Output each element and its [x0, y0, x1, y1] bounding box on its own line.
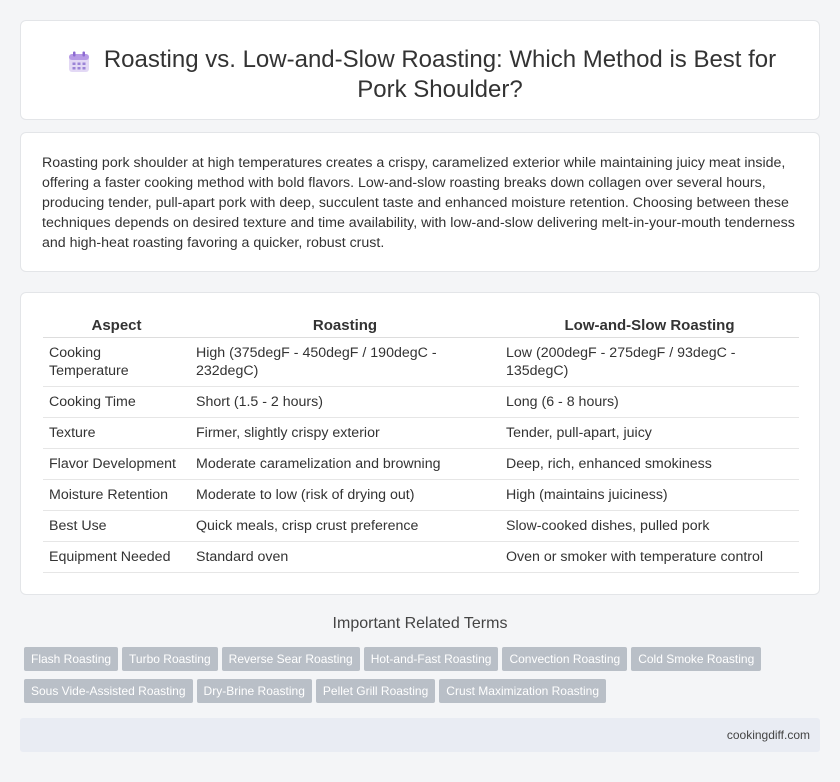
table-row: Cooking Temperature High (375degF - 450de…: [43, 337, 799, 387]
table-cell: Flavor Development: [43, 448, 190, 480]
column-header: Aspect: [43, 315, 190, 338]
table-cell: Moisture Retention: [43, 479, 190, 511]
table-cell: Texture: [43, 417, 190, 449]
table-row: Best Use Quick meals, crisp crust prefere…: [43, 510, 799, 542]
table-cell: Cooking Temperature: [43, 337, 190, 387]
table-cell: Cooking Time: [43, 386, 190, 418]
table-cell: High (maintains juiciness): [500, 479, 799, 511]
table-cell: Best Use: [43, 510, 190, 542]
intro-card: Roasting pork shoulder at high temperatu…: [20, 132, 820, 272]
table-row: Flavor Development Moderate caramelizatio…: [43, 448, 799, 480]
related-term-tag[interactable]: Cold Smoke Roasting: [631, 647, 762, 671]
table-cell: Slow-cooked dishes, pulled pork: [500, 510, 799, 542]
comparison-card: Aspect Roasting Low-and-Slow Roasting Co…: [20, 292, 820, 595]
related-term-tag[interactable]: Flash Roasting: [24, 647, 119, 671]
table-cell: Equipment Needed: [43, 541, 190, 573]
table-row: Cooking Time Short (1.5 - 2 hours) Long (6…: [43, 386, 799, 418]
title-card: Roasting vs. Low-and-Slow Roasting: Whic…: [20, 20, 820, 120]
table-row: Texture Firmer, slightly crispy exterior T…: [43, 417, 799, 449]
footer: cookingdiff.com: [20, 718, 820, 752]
table-header-row: Aspect Roasting Low-and-Slow Roasting: [43, 315, 799, 338]
related-term-tag[interactable]: Reverse Sear Roasting: [221, 647, 360, 671]
table-cell: Standard oven: [190, 541, 500, 573]
related-term-tag[interactable]: Crust Maximization Roasting: [439, 679, 606, 703]
table-cell: Moderate to low (risk of drying out): [190, 479, 500, 511]
related-term-tag[interactable]: Pellet Grill Roasting: [315, 679, 436, 703]
table-cell: Deep, rich, enhanced smokiness: [500, 448, 799, 480]
table-cell: Short (1.5 - 2 hours): [190, 386, 500, 418]
table-cell: Long (6 - 8 hours): [500, 386, 799, 418]
related-term-tag[interactable]: Dry-Brine Roasting: [196, 679, 312, 703]
table-row: Equipment Needed Standard oven Oven or smo…: [43, 541, 799, 573]
column-header: Low-and-Slow Roasting: [500, 315, 799, 338]
page-title: Roasting vs. Low-and-Slow Roasting: Whic…: [103, 46, 777, 103]
comparison-table: Aspect Roasting Low-and-Slow Roasting Co…: [43, 315, 799, 573]
related-term-tag[interactable]: Hot-and-Fast Roasting: [363, 647, 499, 671]
column-header: Roasting: [190, 315, 500, 338]
related-terms-list: Flash Roasting Turbo Roasting Reverse Sear…: [24, 647, 824, 711]
table-cell: Low (200degF - 275degF / 93degC - 135deg…: [500, 337, 799, 387]
footer-site[interactable]: cookingdiff.com: [727, 728, 810, 742]
table-cell: Quick meals, crisp crust preference: [190, 510, 500, 542]
related-term-tag[interactable]: Turbo Roasting: [122, 647, 218, 671]
related-term-tag[interactable]: Sous Vide-Assisted Roasting: [24, 679, 193, 703]
table-cell: Tender, pull-apart, juicy: [500, 417, 799, 449]
table-cell: Oven or smoker with temperature control: [500, 541, 799, 573]
table-cell: Moderate caramelization and browning: [190, 448, 500, 480]
table-cell: High (375degF - 450degF / 190degC - 232d…: [190, 337, 500, 387]
table-cell: Firmer, slightly crispy exterior: [190, 417, 500, 449]
intro-text: Roasting pork shoulder at high temperatu…: [42, 155, 795, 251]
related-term-tag[interactable]: Convection Roasting: [502, 647, 628, 671]
related-terms-title: Important Related Terms: [332, 615, 508, 632]
table-row: Moisture Retention Moderate to low (risk …: [43, 479, 799, 511]
